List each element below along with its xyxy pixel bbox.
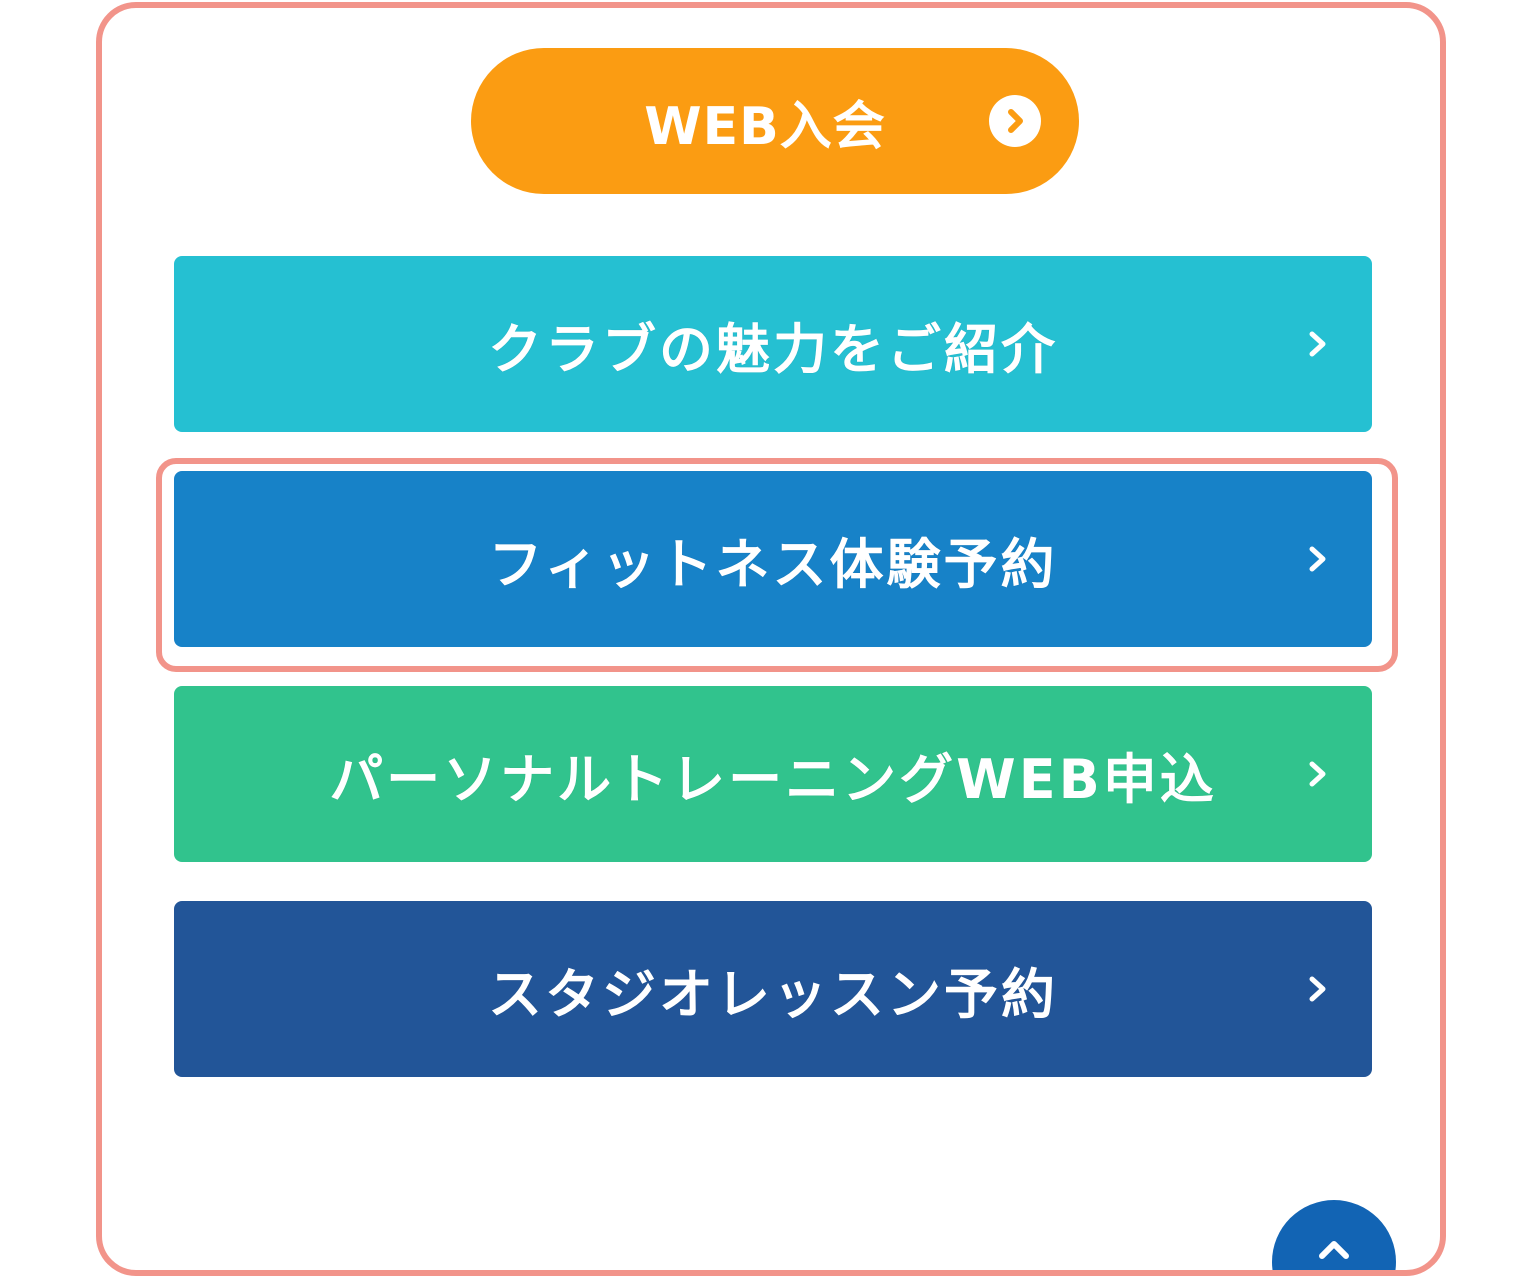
chevron-right-icon — [1309, 331, 1326, 357]
chevron-right-icon — [1309, 761, 1326, 787]
menu-panel: WEB入会 クラブの魅力をご紹介 フィットネス体験予約 パーソナルトレーニングW… — [96, 2, 1446, 1276]
club-intro-label: クラブの魅力をご紹介 — [488, 317, 1058, 381]
fitness-trial-button[interactable]: フィットネス体験予約 — [174, 471, 1372, 647]
scroll-to-top-button[interactable] — [1272, 1200, 1396, 1270]
chevron-up-icon — [1319, 1241, 1349, 1259]
web-join-label: WEB入会 — [644, 96, 886, 157]
web-join-button[interactable]: WEB入会 — [471, 48, 1079, 194]
club-intro-button[interactable]: クラブの魅力をご紹介 — [174, 256, 1372, 432]
personal-training-button[interactable]: パーソナルトレーニングWEB申込 — [174, 686, 1372, 862]
studio-lesson-button[interactable]: スタジオレッスン予約 — [174, 901, 1372, 1077]
personal-training-label: パーソナルトレーニングWEB申込 — [329, 747, 1217, 811]
chevron-circle-right-icon — [989, 95, 1041, 147]
studio-lesson-label: スタジオレッスン予約 — [488, 962, 1058, 1026]
fitness-trial-label: フィットネス体験予約 — [488, 532, 1058, 596]
chevron-right-icon — [1309, 976, 1326, 1002]
chevron-right-icon — [1309, 546, 1326, 572]
